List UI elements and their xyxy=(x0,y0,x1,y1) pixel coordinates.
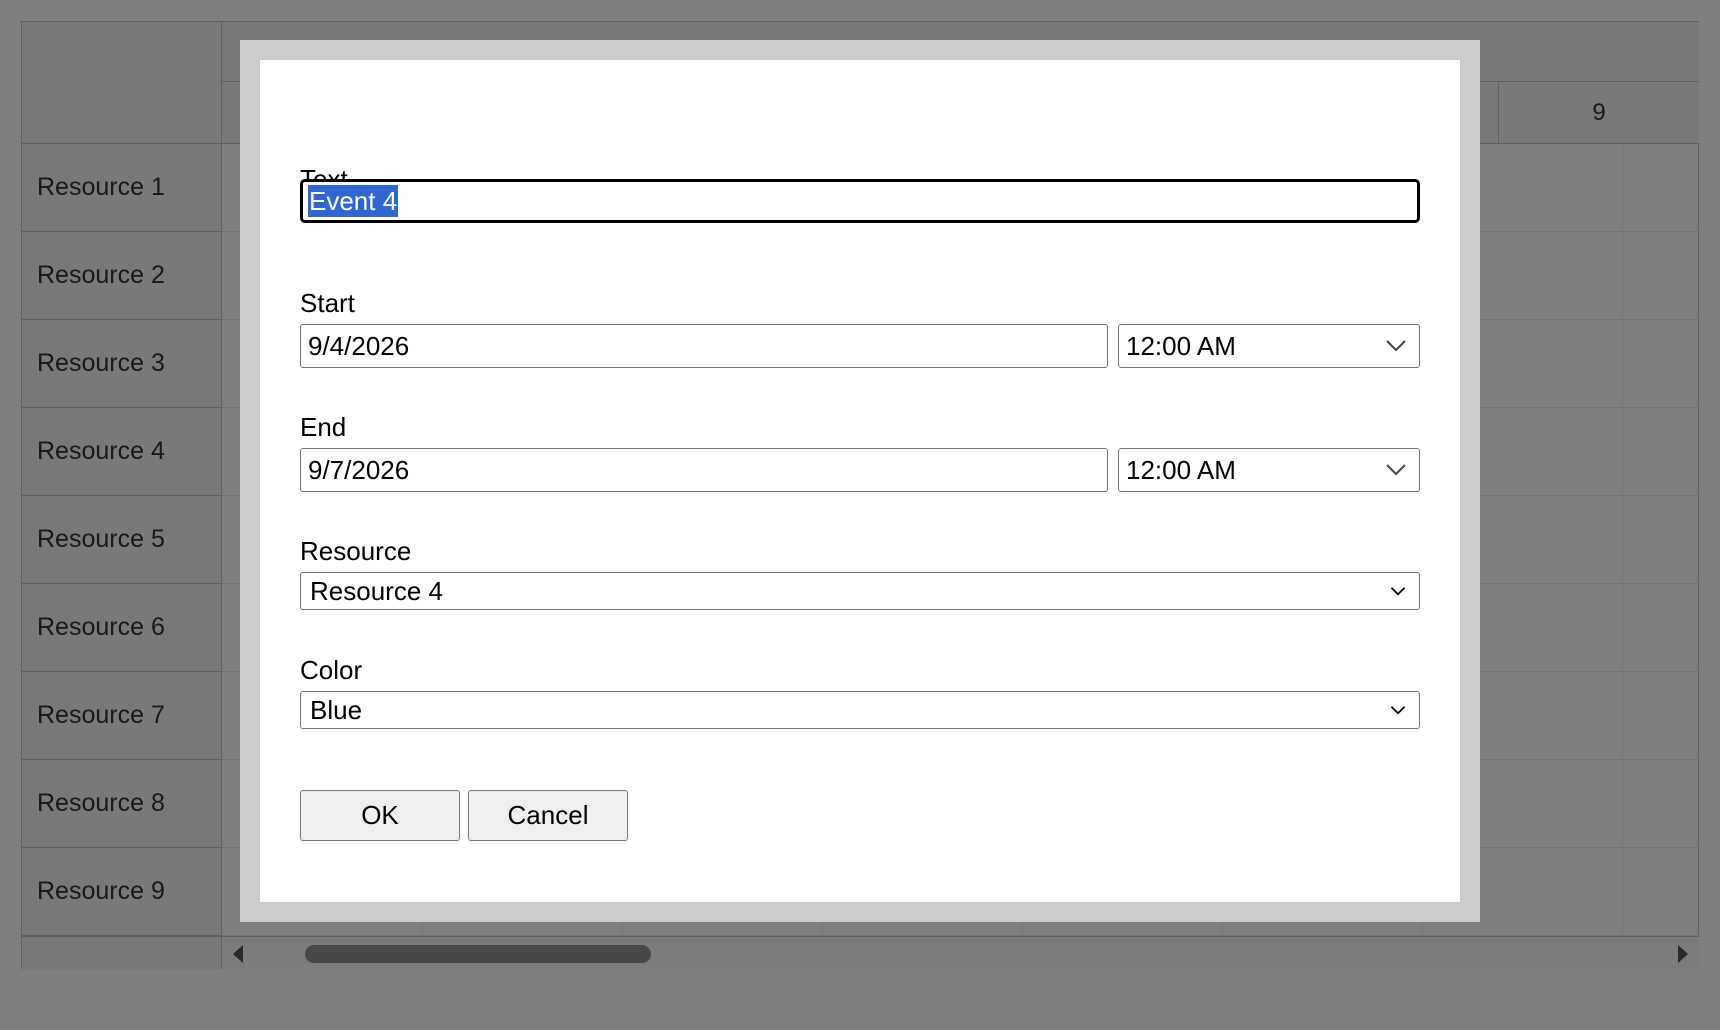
end-label: End xyxy=(300,412,347,442)
chevron-down-icon xyxy=(1386,464,1406,476)
start-date-input[interactable]: 9/4/2026 xyxy=(300,324,1108,368)
resource-select[interactable]: Resource 4 xyxy=(300,572,1420,610)
color-select[interactable]: Blue xyxy=(300,691,1420,729)
chevron-down-icon xyxy=(1390,587,1406,596)
start-time-select[interactable]: 12:00 AM xyxy=(1118,324,1420,368)
resource-select-value: Resource 4 xyxy=(310,575,443,606)
cancel-button[interactable]: Cancel xyxy=(468,790,628,841)
start-time-value: 12:00 AM xyxy=(1126,330,1236,361)
modal-frame: Text Event 4 Start 9/4/2026 12:00 AM End… xyxy=(240,40,1480,922)
ok-button[interactable]: OK xyxy=(300,790,460,841)
end-time-select[interactable]: 12:00 AM xyxy=(1118,448,1420,492)
end-time-value: 12:00 AM xyxy=(1126,454,1236,485)
end-date-input[interactable]: 9/7/2026 xyxy=(300,448,1108,492)
text-input-value: Event 4 xyxy=(308,185,399,217)
chevron-down-icon xyxy=(1386,340,1406,352)
color-select-value: Blue xyxy=(310,694,363,725)
edit-event-dialog: Text Event 4 Start 9/4/2026 12:00 AM End… xyxy=(260,60,1460,902)
color-label: Color xyxy=(300,655,363,685)
chevron-down-icon xyxy=(1390,706,1406,715)
start-label: Start xyxy=(300,288,355,318)
text-input[interactable]: Event 4 xyxy=(300,179,1420,223)
resource-label: Resource xyxy=(300,536,412,566)
